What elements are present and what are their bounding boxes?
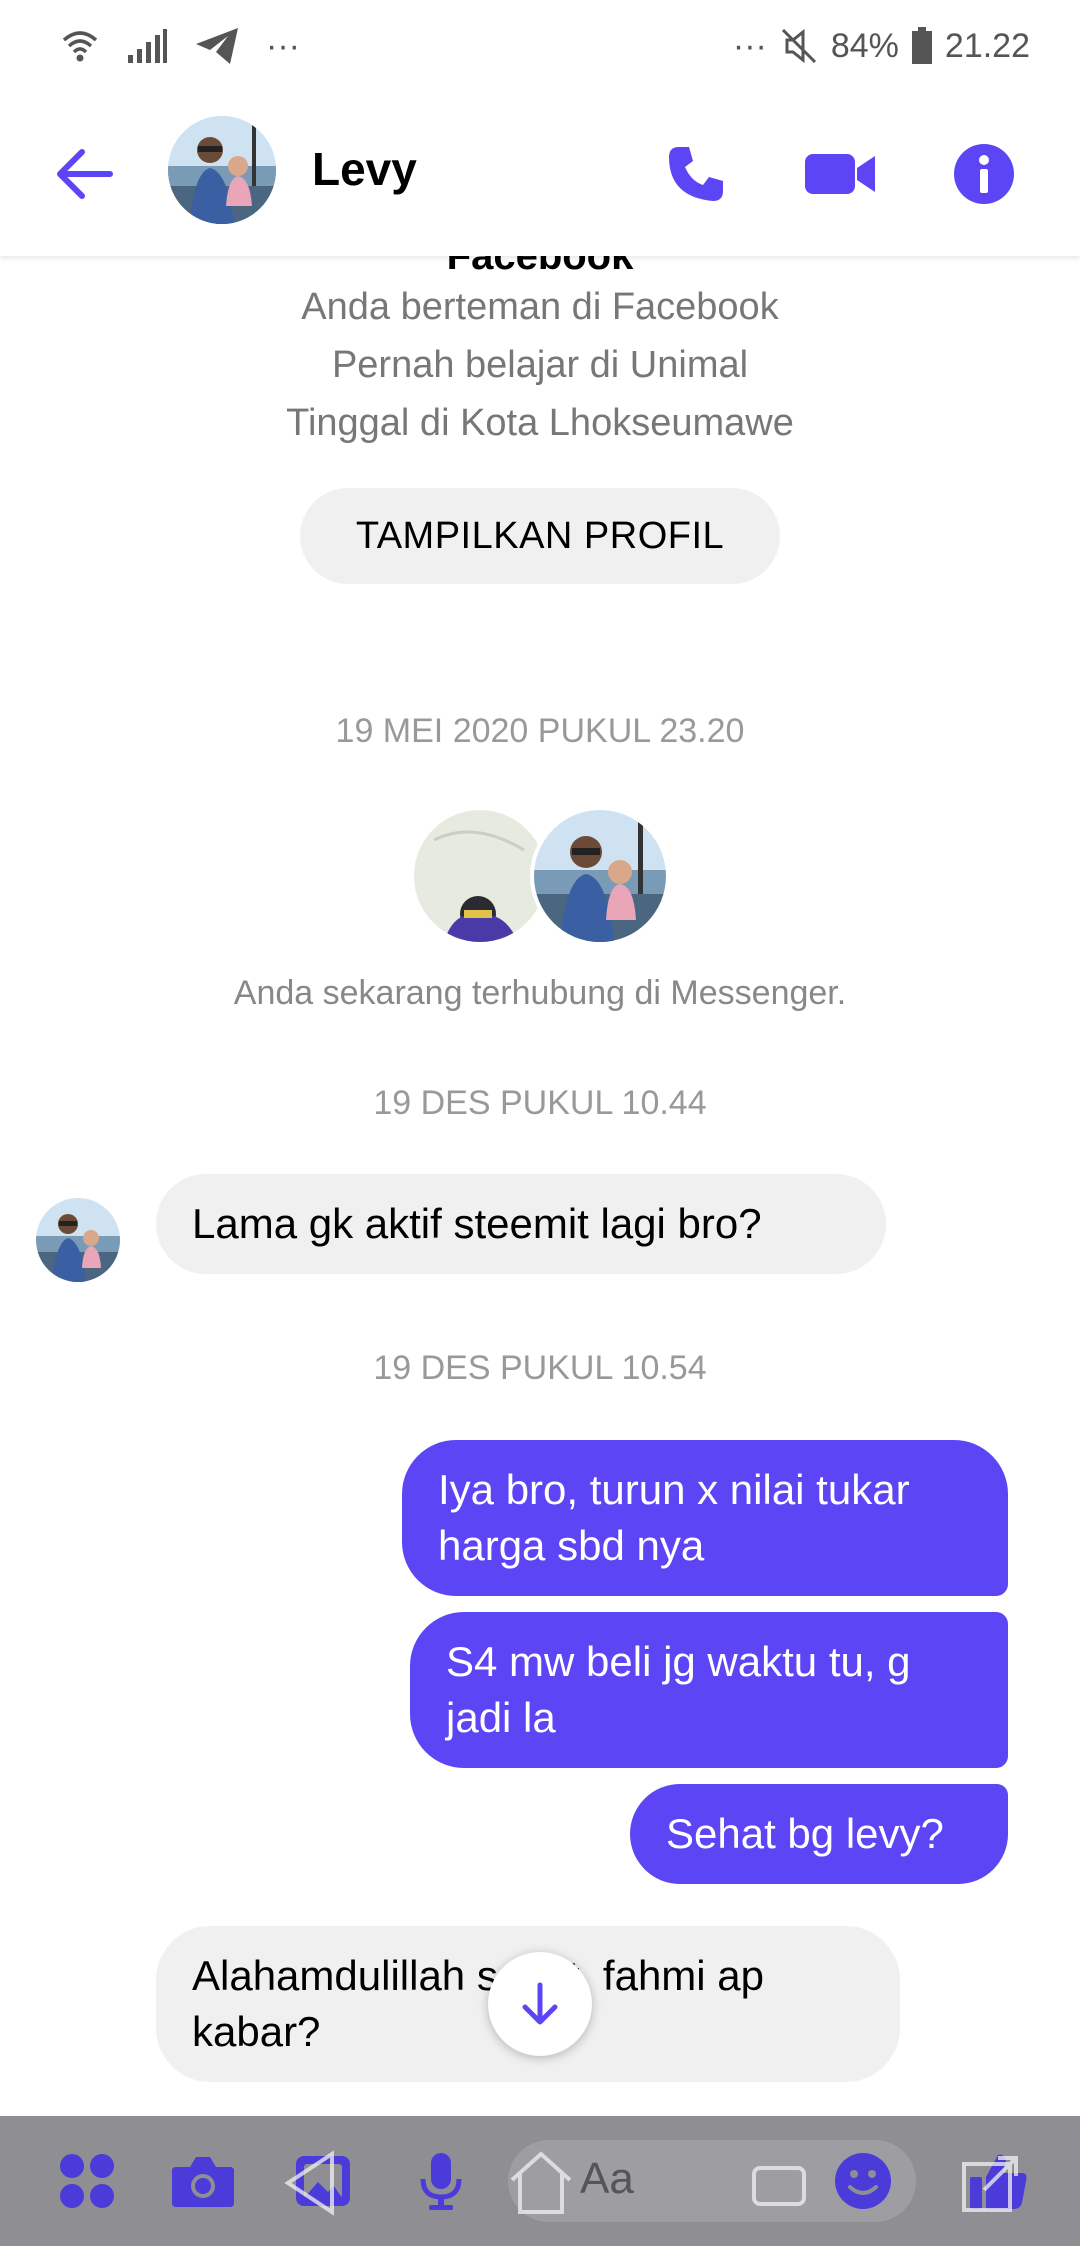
arrow-down-icon (522, 1982, 558, 2025)
message-bubble-outgoing[interactable]: Iya bro, turun x nilai tukar harga sbd n… (402, 1440, 1008, 1596)
battery-icon (911, 27, 932, 64)
timestamp-1: 19 MEI 2020 PUKUL 23.20 (335, 712, 745, 750)
info-icon (954, 144, 1014, 204)
more-actions-button[interactable] (50, 2144, 124, 2218)
status-bar: ··· ··· 84% 21.22 (0, 0, 1080, 92)
apps-grid-icon (60, 2154, 114, 2208)
phone-icon (669, 147, 723, 201)
mute-icon (781, 28, 816, 64)
smiley-icon (835, 2153, 891, 2209)
contact-avatar[interactable] (168, 116, 276, 224)
profile-friend-line: Anda berteman di Facebook (301, 286, 779, 328)
message-bubble-outgoing[interactable]: S4 mw beli jg waktu tu, g jadi la (410, 1612, 1008, 1768)
connected-avatars (410, 806, 670, 946)
profile-location-line: Tinggal di Kota Lhokseumawe (286, 402, 794, 444)
message-thread[interactable]: Facebook Anda berteman di Facebook Perna… (0, 256, 1080, 2086)
signal-icon (128, 29, 167, 63)
status-left-dots: ··· (266, 26, 300, 65)
composer-bar: Aa (0, 2116, 1080, 2246)
back-button[interactable] (52, 144, 116, 204)
message-bubble-incoming[interactable]: Lama gk aktif steemit lagi bro? (156, 1174, 886, 1274)
emoji-button[interactable] (826, 2144, 900, 2218)
camera-button[interactable] (166, 2144, 240, 2218)
my-avatar (410, 806, 550, 946)
video-call-button[interactable] (800, 134, 880, 214)
nav-recents-icon[interactable] (742, 2146, 816, 2220)
microphone-icon (420, 2153, 462, 2210)
status-left: ··· (60, 26, 300, 66)
conversation-header: Levy (0, 92, 1080, 256)
conversation-info-button[interactable] (944, 134, 1024, 214)
clock: 21.22 (944, 26, 1030, 65)
battery-percent: 84% (830, 26, 899, 65)
view-profile-button[interactable]: TAMPILKAN PROFIL (300, 488, 780, 584)
audio-call-button[interactable] (656, 134, 736, 214)
camera-icon (172, 2157, 234, 2207)
nav-expand-icon[interactable] (954, 2146, 1028, 2220)
video-camera-icon (805, 154, 875, 194)
telegram-icon (196, 28, 238, 64)
wifi-icon (62, 31, 98, 62)
nav-back-icon[interactable] (276, 2146, 350, 2220)
voice-message-button[interactable] (404, 2144, 478, 2218)
message-input-placeholder: Aa (580, 2154, 634, 2203)
arrow-left-icon (57, 149, 113, 199)
profile-study-line: Pernah belajar di Unimal (331, 344, 749, 386)
connected-notice: Anda sekarang terhubung di Messenger. (233, 974, 847, 1012)
timestamp-3: 19 DES PUKUL 10.54 (373, 1349, 707, 1387)
contact-avatar-small (530, 806, 670, 946)
contact-name[interactable]: Levy (312, 142, 417, 196)
profile-info-cut-line: Facebook (446, 256, 634, 278)
message-bubble-outgoing[interactable]: Sehat bg levy? (630, 1784, 1008, 1884)
status-right: ··· 84% 21.22 (733, 26, 1030, 66)
sender-avatar[interactable] (36, 1198, 120, 1282)
status-right-dots: ··· (732, 26, 767, 65)
nav-home-icon[interactable] (504, 2146, 578, 2220)
scroll-to-bottom-button[interactable] (488, 1952, 592, 2056)
timestamp-2: 19 DES PUKUL 10.44 (373, 1084, 707, 1122)
